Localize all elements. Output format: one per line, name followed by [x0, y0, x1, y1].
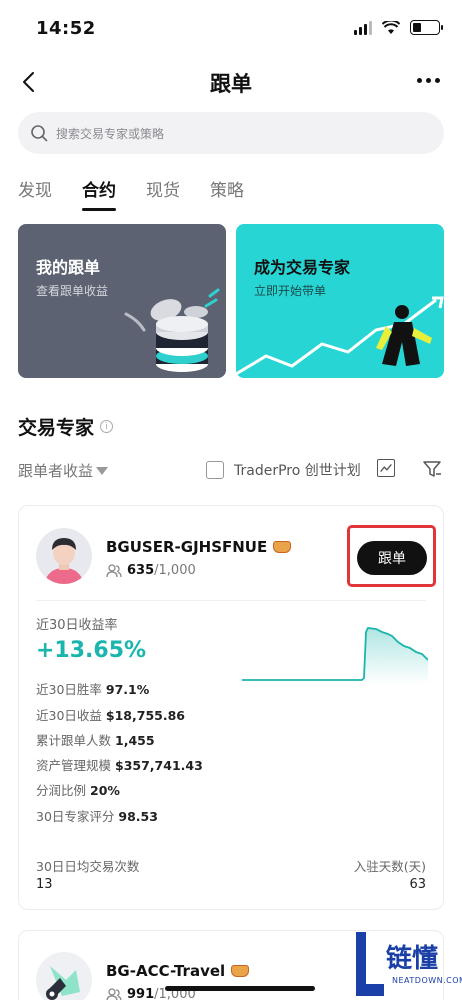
stat-total-followers: 累计跟单人数 1,455: [36, 733, 155, 748]
trader-name-text: BG-ACC-Travel: [106, 962, 226, 980]
crown-badge-icon: [231, 965, 250, 977]
search-icon: [31, 125, 48, 142]
tab-spot[interactable]: 现货: [146, 176, 180, 201]
coins-illustration-icon: [124, 288, 220, 372]
watermark-sub: NEATDOWN.COM: [392, 976, 462, 985]
card-subtitle: 查看跟单收益: [36, 284, 109, 298]
my-copy-trading-card[interactable]: 我的跟单 查看跟单收益: [18, 224, 226, 378]
crown-badge-icon: [273, 541, 292, 553]
card-title: 我的跟单: [36, 258, 101, 277]
trader-name[interactable]: BG-ACC-Travel: [106, 962, 250, 980]
filter-icon[interactable]: [422, 459, 442, 479]
stat-expert-score: 30日专家评分 98.53: [36, 809, 158, 824]
roi-label: 近30日收益率: [36, 618, 118, 633]
avg-trades-label: 30日日均交易次数: [36, 859, 140, 874]
growth-chart-illustration-icon: [236, 296, 444, 376]
days-joined-label: 入驻天数(天): [353, 859, 426, 874]
dropdown-caret-icon: [96, 466, 109, 475]
search-placeholder: 搜索交易专家或策略: [56, 126, 165, 141]
section-title-text: 交易专家: [18, 417, 95, 439]
follower-count: 635/1,000: [106, 563, 196, 578]
home-indicator[interactable]: [165, 986, 315, 991]
section-title: 交易专家 i: [18, 413, 114, 440]
roi-value: +13.65%: [36, 638, 147, 663]
watermark-logo: 链懂 NEATDOWN.COM: [352, 930, 462, 1000]
follower-max: /1,000: [154, 563, 196, 578]
days-joined-value: 63: [409, 877, 426, 892]
watermark-text: 链懂: [386, 944, 439, 974]
users-icon: [106, 987, 122, 1000]
roi-sparkline: [242, 627, 428, 684]
info-icon[interactable]: i: [100, 420, 114, 433]
tab-contract[interactable]: 合约: [82, 176, 116, 211]
avg-trades-value: 13: [36, 877, 53, 892]
stat-profit-share: 分润比例 20%: [36, 783, 120, 798]
trader-name-text: BGUSER-GJHSFNUE: [106, 538, 268, 556]
chart-view-icon[interactable]: [377, 459, 395, 477]
traderpro-checkbox[interactable]: [206, 461, 224, 479]
card-title: 成为交易专家: [254, 258, 351, 277]
follower-current: 635: [127, 563, 155, 578]
stat-win-rate: 近30日胜率 97.1%: [36, 682, 150, 697]
status-time: 14:52: [36, 18, 96, 39]
stat-profit: 近30日收益 $18,755.86: [36, 708, 185, 723]
follower-current: 991: [127, 987, 155, 1000]
search-input[interactable]: 搜索交易专家或策略: [18, 112, 444, 154]
stat-aum: 资产管理规模 $357,741.43: [36, 758, 203, 773]
avatar-illustration-icon: [44, 538, 84, 584]
avatar-illustration-icon: [46, 966, 80, 1000]
tab-strategy[interactable]: 策略: [210, 176, 244, 201]
page-title: 跟单: [210, 72, 252, 96]
watermark-l-icon: [356, 932, 384, 996]
battery-icon: [410, 20, 443, 35]
more-menu-icon[interactable]: [417, 78, 440, 83]
users-icon: [106, 563, 122, 577]
traderpro-checkbox-label[interactable]: TraderPro 创世计划: [234, 460, 361, 480]
avatar[interactable]: [36, 528, 92, 584]
highlight-box: [347, 525, 436, 587]
sort-label: 跟单者收益: [18, 462, 94, 480]
status-icons: [354, 20, 443, 35]
tab-discover[interactable]: 发现: [18, 176, 52, 201]
tab-bar: 发现 合约 现货 策略: [18, 176, 244, 211]
become-trader-card[interactable]: 成为交易专家 立即开始带单: [236, 224, 444, 378]
avatar[interactable]: [36, 952, 92, 1000]
wifi-icon: [382, 20, 400, 34]
sort-dropdown[interactable]: 跟单者收益: [18, 460, 109, 481]
signal-icon: [354, 20, 372, 35]
divider: [36, 600, 426, 601]
trader-name[interactable]: BGUSER-GJHSFNUE: [106, 538, 292, 556]
